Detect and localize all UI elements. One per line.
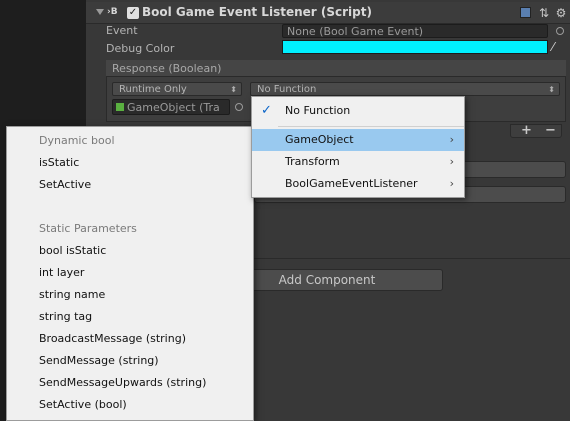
menu-item-static[interactable]: bool isStatic	[39, 244, 106, 257]
chevron-right-icon: ›	[449, 177, 454, 190]
chevron-right-icon: ›	[449, 155, 454, 168]
menu-item-label: Transform	[285, 155, 340, 168]
menu-item-label: BoolGameEventListener	[285, 177, 418, 190]
remove-listener-button[interactable]: −	[545, 124, 556, 137]
debug-color-field[interactable]	[282, 40, 548, 54]
debug-color-label: Debug Color	[106, 42, 175, 55]
component-enabled-checkbox[interactable]: ✓	[127, 7, 139, 19]
menu-item-static[interactable]: SetActive (bool)	[39, 398, 127, 411]
target-object-field[interactable]: GameObject (Tra	[112, 99, 230, 115]
add-listener-button[interactable]: +	[521, 124, 532, 137]
dropdown-arrow-icon: ⬍	[548, 85, 555, 94]
object-picker-icon[interactable]	[556, 27, 564, 35]
menu-item-gameobject[interactable]: GameObject ›	[252, 129, 464, 151]
menu-item-static[interactable]: int layer	[39, 266, 84, 279]
help-book-icon[interactable]	[519, 6, 533, 20]
script-icon: ›B	[107, 7, 118, 17]
menu-item-dynamic-isstatic[interactable]: isStatic	[39, 156, 79, 169]
menu-item-boolgameeventlistener[interactable]: BoolGameEventListener ›	[252, 173, 464, 195]
eyedropper-icon[interactable]: ⁄	[552, 40, 554, 54]
chevron-right-icon: ›	[449, 133, 454, 146]
runtime-mode-value: Runtime Only	[119, 84, 187, 95]
menu-item-static[interactable]: string name	[39, 288, 105, 301]
menu-item-transform[interactable]: Transform ›	[252, 151, 464, 173]
dynamic-header: Dynamic bool	[39, 134, 115, 147]
event-object-field[interactable]: None (Bool Game Event)	[282, 24, 548, 38]
object-picker-icon[interactable]	[235, 103, 243, 111]
function-dropdown[interactable]: No Function ⬍	[250, 82, 560, 96]
list-add-remove: + −	[510, 124, 562, 138]
menu-item-static[interactable]: SendMessageUpwards (string)	[39, 376, 206, 389]
function-value: No Function	[257, 84, 317, 95]
static-header: Static Parameters	[39, 222, 137, 235]
gear-icon[interactable]: ⚙	[554, 6, 568, 20]
menu-separator	[278, 126, 464, 127]
foldout-arrow-icon[interactable]	[96, 9, 104, 15]
gameobject-icon	[116, 103, 124, 111]
checkmark-icon: ✓	[261, 103, 272, 118]
menu-item-label: GameObject	[285, 133, 354, 146]
function-menu: ✓ No Function GameObject › Transform › B…	[251, 96, 465, 198]
event-label: Event	[106, 24, 138, 37]
menu-item-dynamic-setactive[interactable]: SetActive	[39, 178, 91, 191]
menu-item-static[interactable]: string tag	[39, 310, 92, 323]
function-submenu: Dynamic bool isStatic SetActive Static P…	[6, 126, 254, 421]
menu-item-no-function[interactable]: ✓ No Function	[252, 100, 464, 122]
runtime-mode-dropdown[interactable]: Runtime Only ⬍	[112, 82, 242, 96]
menu-item-label: No Function	[285, 104, 351, 117]
response-title: Response (Boolean)	[106, 60, 566, 77]
preset-sliders-icon[interactable]: ⇅	[537, 6, 551, 20]
menu-item-static[interactable]: SendMessage (string)	[39, 354, 159, 367]
component-title: Bool Game Event Listener (Script)	[142, 5, 372, 19]
menu-item-static[interactable]: BroadcastMessage (string)	[39, 332, 186, 345]
dropdown-arrow-icon: ⬍	[230, 85, 237, 94]
